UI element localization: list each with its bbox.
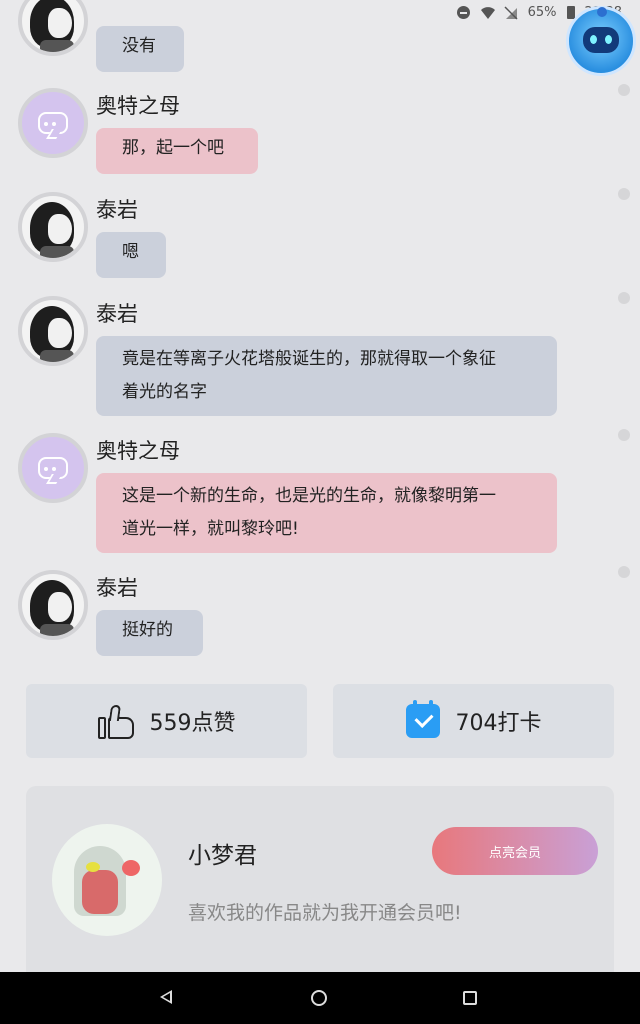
message-bubble: 没有 <box>96 26 184 72</box>
avatar-taiyan[interactable] <box>18 192 88 262</box>
scroll-dot <box>618 429 630 441</box>
like-button[interactable]: 559点赞 <box>26 684 307 758</box>
system-nav-bar <box>0 972 640 1024</box>
avatar-taiyan[interactable] <box>18 0 88 56</box>
recent-apps-icon[interactable] <box>463 991 477 1005</box>
scroll-dot <box>618 292 630 304</box>
status-bar: 65% 22:38 <box>0 0 640 26</box>
message-bubble: 这是一个新的生命，也是光的生命，就像黎明第一 道光一样，就叫黎玲吧! <box>96 473 557 553</box>
speaker-name: 泰岩 <box>96 576 138 600</box>
speaker-name: 泰岩 <box>96 302 138 326</box>
robot-antenna <box>597 7 607 17</box>
battery-percent: 65% <box>527 5 557 20</box>
vip-button[interactable]: 点亮会员 <box>432 827 598 875</box>
message-bubble: 竟是在等离子火花塔般诞生的，那就得取一个象征 着光的名字 <box>96 336 557 416</box>
message-line: 这是一个新的生命，也是光的生命，就像黎明第一 <box>122 486 496 506</box>
message-line: 竟是在等离子火花塔般诞生的，那就得取一个象征 <box>122 349 496 369</box>
avatar-taiyan[interactable] <box>18 296 88 366</box>
checkin-button[interactable]: 704打卡 <box>333 684 614 758</box>
do-not-disturb-icon <box>456 6 470 19</box>
wifi-icon <box>480 6 495 20</box>
scroll-dot <box>618 566 630 578</box>
speaker-name: 泰岩 <box>96 198 138 222</box>
message-bubble: 挺好的 <box>96 610 203 656</box>
back-icon[interactable] <box>160 990 172 1004</box>
robot-icon <box>583 27 619 53</box>
speaker-name: 奥特之母 <box>96 439 180 463</box>
message-line: 着光的名字 <box>122 382 207 402</box>
scroll-dot <box>618 84 630 96</box>
no-signal-icon <box>504 5 518 20</box>
message-line: 道光一样，就叫黎玲吧! <box>122 519 299 539</box>
author-name: 小梦君 <box>188 843 257 869</box>
battery-icon <box>566 6 575 19</box>
message-bubble: 嗯 <box>96 232 166 278</box>
author-avatar[interactable] <box>52 824 162 936</box>
paw-icon <box>122 860 140 876</box>
avatar-taiyan[interactable] <box>18 570 88 640</box>
author-description: 喜欢我的作品就为我开通会员吧! <box>188 902 462 924</box>
checkin-count-label: 704打卡 <box>455 711 542 736</box>
scroll-dot <box>618 188 630 200</box>
assistant-robot-button[interactable] <box>566 6 636 76</box>
home-icon[interactable] <box>311 990 327 1006</box>
author-card: 小梦君 喜欢我的作品就为我开通会员吧! 点亮会员 <box>26 786 614 986</box>
calendar-check-icon <box>405 700 440 738</box>
thumbs-up-icon <box>97 703 134 739</box>
message-bubble: 那，起一个吧 <box>96 128 258 174</box>
avatar-mother-of-ultra[interactable] <box>18 88 88 158</box>
avatar-mother-of-ultra[interactable] <box>18 433 88 503</box>
like-count-label: 559点赞 <box>149 711 236 736</box>
speaker-name: 奥特之母 <box>96 94 180 118</box>
